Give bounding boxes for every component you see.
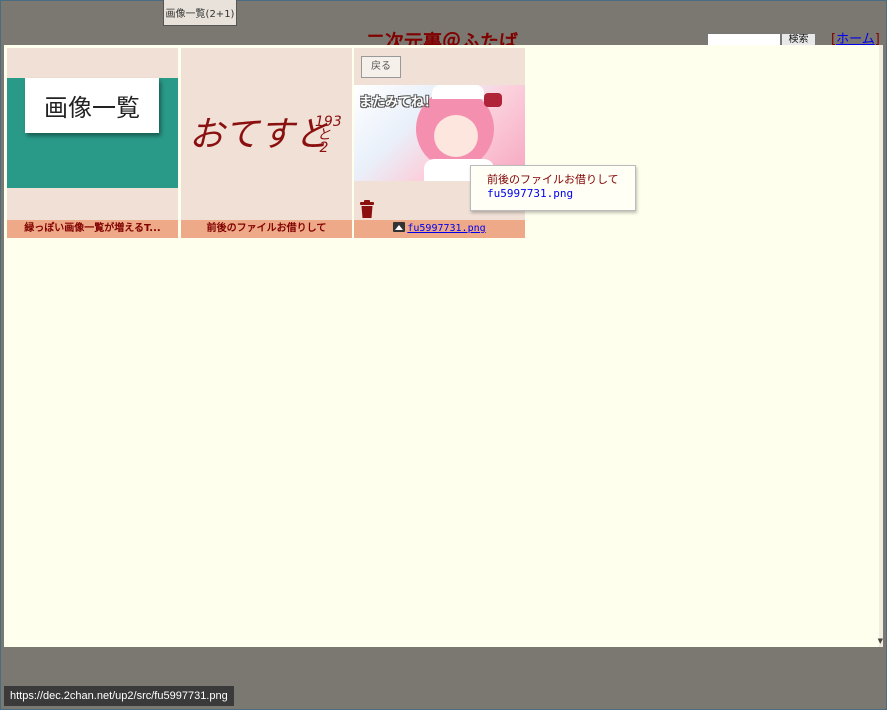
gallery-item-caption[interactable]: fu5997731.png (354, 220, 525, 238)
gallery-item[interactable]: おてすと 193と2 前後のファイルお借りして (181, 48, 352, 238)
image-list-tab[interactable]: 画像一覧(2+1) (163, 0, 237, 26)
back-button[interactable]: 戻る (361, 56, 401, 78)
home-link[interactable]: ホーム (836, 32, 875, 45)
tooltip: 前後のファイルお借りして fu5997731.png (470, 165, 636, 211)
illustration-face (434, 115, 478, 157)
status-bar-url: https://dec.2chan.net/up2/src/fu5997731.… (4, 686, 234, 706)
tooltip-comment: 前後のファイルお借りして (487, 173, 619, 186)
image-icon (393, 222, 406, 232)
trash-icon[interactable] (359, 199, 375, 219)
image-gallery-overlay: ▼ 画像一覧 緑っぽい画像一覧が増えるT... おてすと 193と2 前後のファ… (4, 45, 883, 647)
thumbnail-image-side-text: 193と2 (315, 114, 342, 156)
illustration-bow (484, 93, 502, 107)
tooltip-filename: fu5997731.png (487, 187, 574, 200)
gallery-item-caption[interactable]: 前後のファイルお借りして (181, 220, 352, 238)
home-link-wrapper: [ホーム] (831, 31, 880, 45)
site-title: 二次元裏＠ふたば (366, 31, 519, 45)
thumbnail-image[interactable]: 画像一覧 (7, 78, 178, 188)
file-link[interactable]: fu5997731.png (407, 223, 485, 234)
home-bracket-close: ] (874, 32, 880, 45)
illustration-hat (432, 85, 484, 99)
scroll-down-arrow-icon[interactable]: ▼ (878, 638, 883, 645)
scrollbar[interactable]: ▼ (878, 45, 883, 647)
thumbnail-image-text: おてすと (189, 115, 330, 155)
thumbnail-image-text: 画像一覧 (25, 78, 159, 133)
gallery-item[interactable]: 画像一覧 緑っぽい画像一覧が増えるT... (7, 48, 178, 238)
gallery-item-caption[interactable]: 緑っぽい画像一覧が増えるT... (7, 220, 178, 238)
thumbnail-image-text: またみてね！ (359, 95, 438, 110)
